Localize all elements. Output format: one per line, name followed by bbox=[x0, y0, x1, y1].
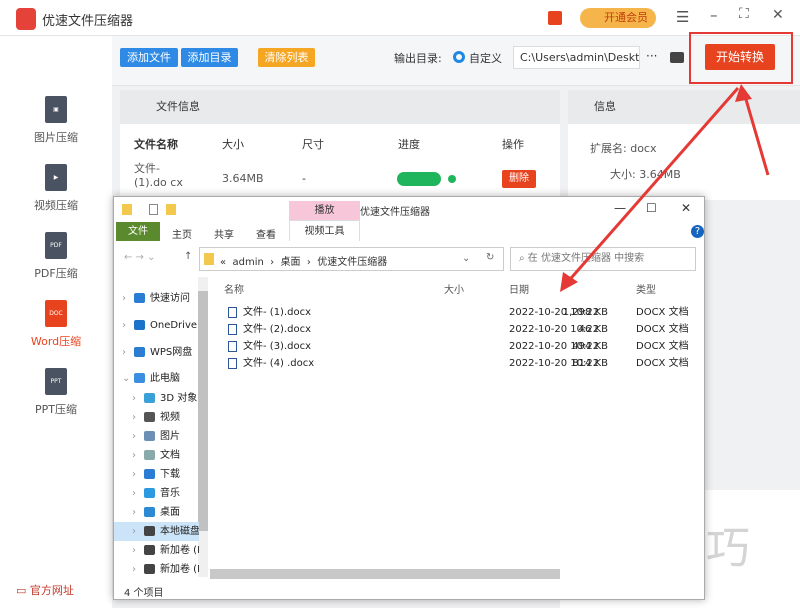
arrow-head-start bbox=[735, 84, 752, 102]
arrow-to-files bbox=[563, 87, 740, 286]
annotation-arrows bbox=[560, 84, 770, 292]
arrow-to-start bbox=[743, 95, 770, 176]
